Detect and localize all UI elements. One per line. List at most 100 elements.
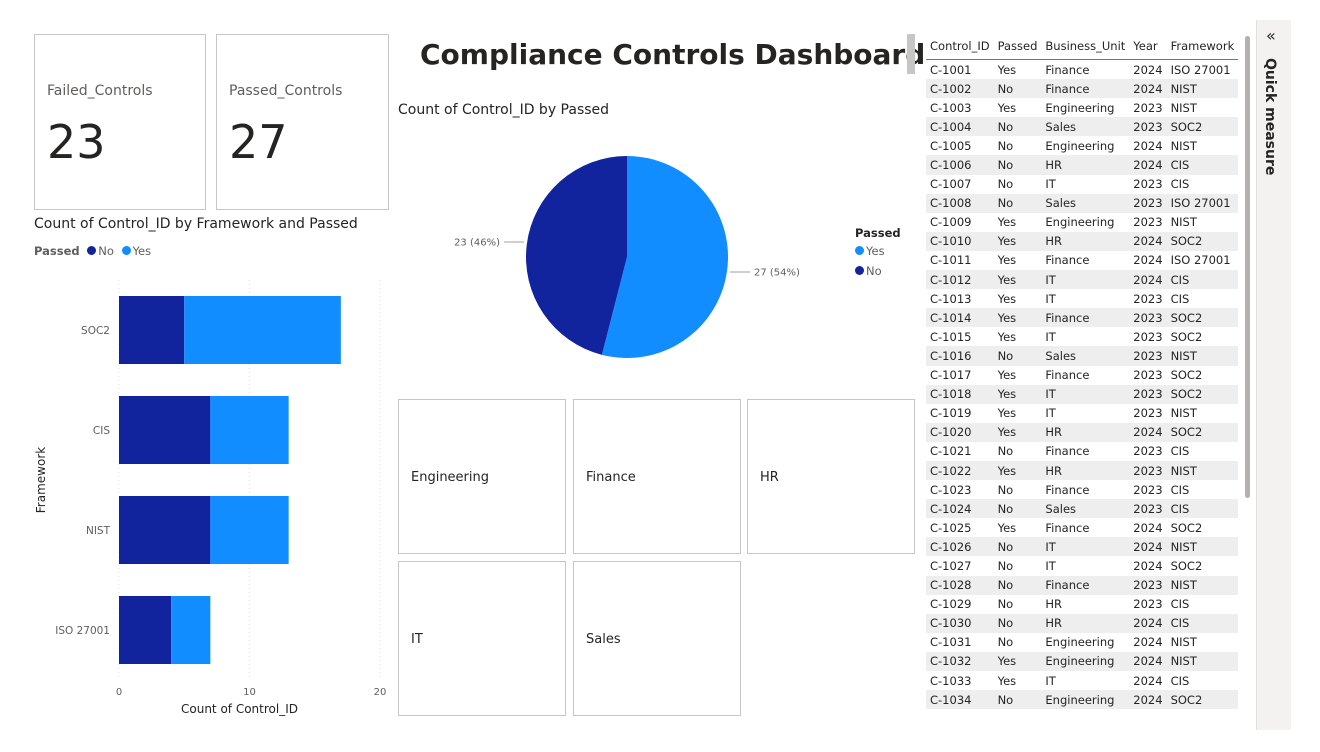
bar-no-nist[interactable] <box>119 496 211 564</box>
table-cell: C-1028 <box>930 578 972 593</box>
quick-measure-label[interactable]: Quick measure <box>1262 58 1278 175</box>
table-row[interactable]: C-1004 No Sales 2023 SOC2 <box>926 117 1239 137</box>
table-row[interactable]: C-1010 Yes HR 2024 SOC2 <box>926 231 1239 251</box>
table-row[interactable]: C-1011 Yes Finance 2024 ISO 27001 <box>926 251 1238 270</box>
table-row[interactable]: C-1009 Yes Engineering 2023 NIST <box>926 213 1238 232</box>
passed-controls-card[interactable]: Passed_Controls 27 <box>216 34 389 210</box>
bar-yes-nist[interactable] <box>210 496 289 564</box>
bar-no-soc2[interactable] <box>119 296 185 364</box>
table-cell: HR <box>1045 158 1063 173</box>
table-row[interactable]: C-1026 No IT 2024 NIST <box>926 537 1239 557</box>
table-cell: 2023 <box>1133 406 1163 421</box>
table-row[interactable]: C-1002 No Finance 2024 NIST <box>926 79 1239 99</box>
slicer-tile-hr[interactable]: HR <box>747 399 915 554</box>
slicer-tile-engineering[interactable]: Engineering <box>398 399 566 554</box>
table-cell: Finance <box>1045 482 1090 497</box>
table-cell: No <box>997 196 1014 211</box>
table-cell: 2023 <box>1133 215 1163 230</box>
table-row[interactable]: C-1032 Yes Engineering 2024 NIST <box>926 651 1239 671</box>
bar-chart[interactable]: 0 10 20 SOC2 CIS NIST ISO 27001 Count of Contro… <box>30 260 400 720</box>
table-cell: 2023 <box>1133 368 1163 383</box>
table-row[interactable]: C-1027 No IT 2024 SOC2 <box>926 556 1238 575</box>
table-row[interactable]: C-1030 No HR 2024 CIS <box>926 613 1239 633</box>
bar-chart-legend[interactable]: Passed No Yes <box>34 244 151 258</box>
table-row[interactable]: C-1023 No Finance 2023 CIS <box>926 480 1238 499</box>
column-header[interactable]: Passed <box>993 32 1042 60</box>
table-row[interactable]: C-1013 Yes IT 2023 CIS <box>926 289 1238 308</box>
table-row[interactable]: C-1006 No HR 2024 CIS <box>926 155 1239 175</box>
bar-yes-soc2[interactable] <box>184 296 341 364</box>
table-cell: Finance <box>1045 578 1090 593</box>
slicer-tile-label: Finance <box>586 470 636 485</box>
visual-resize-handle[interactable] <box>907 34 915 74</box>
table-cell: SOC2 <box>1170 558 1203 573</box>
table-cell: CIS <box>1170 482 1190 497</box>
slicer-tile-it[interactable]: IT <box>398 561 566 716</box>
column-header[interactable]: Control_ID <box>926 32 994 60</box>
slicer-tile-sales[interactable]: Sales <box>573 561 741 716</box>
bar-no-cis[interactable] <box>119 396 211 464</box>
column-header[interactable]: Business_Unit <box>1041 32 1130 60</box>
table-cell: C-1031 <box>930 635 972 650</box>
column-header[interactable]: Framework <box>1166 32 1239 60</box>
table-cell: C-1024 <box>930 501 972 516</box>
x-tick-label: 0 <box>116 687 122 698</box>
table-cell: Finance <box>1045 520 1090 535</box>
table-cell: IT <box>1045 329 1056 344</box>
table-cell: C-1021 <box>930 444 972 459</box>
table-row[interactable]: C-1024 No Sales 2023 CIS <box>926 499 1239 519</box>
legend-item-no: No <box>98 244 114 258</box>
table-cell: Finance <box>1045 444 1090 459</box>
table-scrollbar[interactable] <box>1245 36 1250 498</box>
table-row[interactable]: C-1031 No Engineering 2024 NIST <box>926 633 1238 652</box>
table-cell: C-1002 <box>930 81 972 96</box>
failed-controls-card[interactable]: Failed_Controls 23 <box>34 34 206 210</box>
table-cell: SOC2 <box>1170 310 1203 325</box>
table-row[interactable]: C-1029 No HR 2023 CIS <box>926 595 1238 614</box>
table-row[interactable]: C-1020 Yes HR 2024 SOC2 <box>926 422 1239 442</box>
table-cell: Yes <box>997 100 1017 115</box>
table-row[interactable]: C-1012 Yes IT 2024 CIS <box>926 270 1239 290</box>
table-cell: C-1005 <box>930 138 972 153</box>
x-tick-label: 10 <box>243 687 256 698</box>
table-cell: C-1006 <box>930 158 972 173</box>
slicer-tile-finance[interactable]: Finance <box>573 399 741 554</box>
table-cell: No <box>997 138 1014 153</box>
table-cell: SOC2 <box>1170 692 1203 707</box>
table-row[interactable]: C-1016 No Sales 2023 NIST <box>926 346 1239 366</box>
table-cell: 2023 <box>1133 100 1163 115</box>
table-row[interactable]: C-1015 Yes IT 2023 SOC2 <box>926 327 1238 346</box>
bar-yes-cis[interactable] <box>210 396 289 464</box>
column-header[interactable]: Year <box>1129 32 1167 60</box>
table-row[interactable]: C-1007 No IT 2023 CIS <box>926 175 1238 194</box>
table-row[interactable]: C-1005 No Engineering 2024 NIST <box>926 136 1238 155</box>
table-row[interactable]: C-1034 No Engineering 2024 SOC2 <box>926 690 1239 710</box>
bar-yes-iso-27001[interactable] <box>171 596 211 664</box>
table-row[interactable]: C-1017 Yes Finance 2023 SOC2 <box>926 366 1238 385</box>
pie-chart[interactable]: 27 (54%) 23 (46%) <box>398 126 898 388</box>
table-row[interactable]: C-1019 Yes IT 2023 NIST <box>926 404 1238 423</box>
table-cell: CIS <box>1170 158 1190 173</box>
table-row[interactable]: C-1018 Yes IT 2023 SOC2 <box>926 384 1239 404</box>
table-row[interactable]: C-1025 Yes Finance 2024 SOC2 <box>926 518 1238 537</box>
bar-no-iso-27001[interactable] <box>119 596 172 664</box>
table-cell: C-1013 <box>930 291 972 306</box>
table-cell: C-1010 <box>930 234 972 249</box>
pie-chart-legend[interactable]: Passed Yes No <box>855 226 901 278</box>
table-cell: HR <box>1045 425 1063 440</box>
table-row[interactable]: C-1021 No Finance 2023 CIS <box>926 442 1238 461</box>
table-cell: No <box>997 501 1014 516</box>
table-cell: NIST <box>1170 348 1197 363</box>
table-row[interactable]: C-1001 Yes Finance 2024 ISO 27001 <box>926 60 1238 80</box>
table-row[interactable]: C-1028 No Finance 2023 NIST <box>926 575 1239 595</box>
controls-table[interactable]: Control_ID Passed Business_Unit Year Framewo… <box>926 32 1244 714</box>
table-cell: Sales <box>1045 348 1077 363</box>
table-cell: Engineering <box>1045 215 1115 230</box>
table-row[interactable]: C-1003 Yes Engineering 2023 NIST <box>926 98 1238 117</box>
table-cell: 2024 <box>1133 138 1163 153</box>
table-row[interactable]: C-1022 Yes HR 2023 NIST <box>926 460 1239 481</box>
table-row[interactable]: C-1033 Yes IT 2024 CIS <box>926 671 1238 690</box>
table-row[interactable]: C-1014 Yes Finance 2023 SOC2 <box>926 308 1239 328</box>
table-row[interactable]: C-1008 No Sales 2023 ISO 27001 <box>926 193 1239 213</box>
expand-chevron-icon[interactable]: « <box>1266 26 1276 45</box>
